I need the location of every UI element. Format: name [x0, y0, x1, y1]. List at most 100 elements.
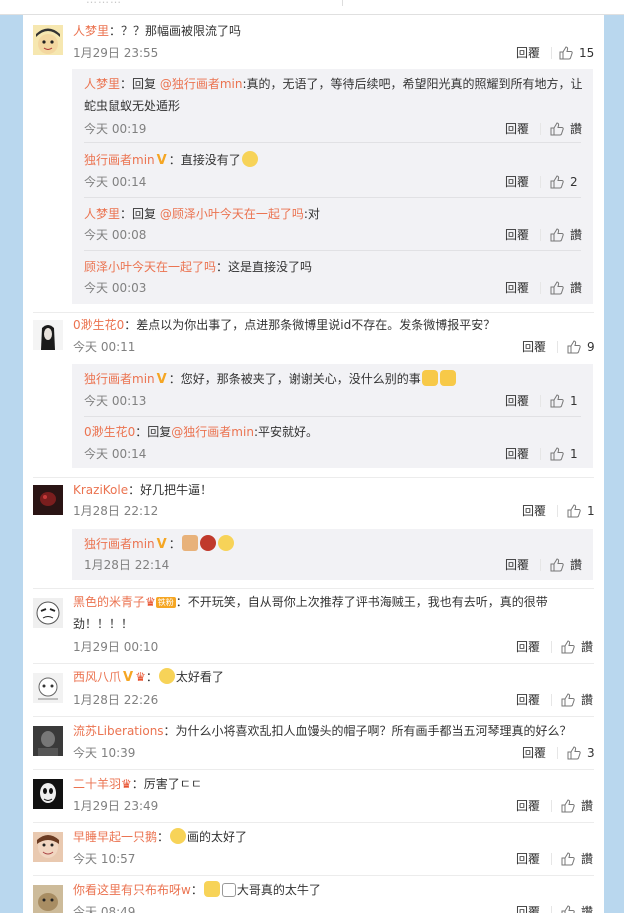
divider [540, 448, 541, 460]
reply-button[interactable]: 回覆 [522, 743, 546, 763]
divider [540, 176, 541, 188]
like-count: 9 [587, 340, 595, 354]
hug-emoji-icon [439, 370, 456, 386]
reply-button[interactable]: 回覆 [516, 849, 540, 869]
like-button[interactable]: 1 [550, 444, 578, 464]
divider [84, 416, 581, 417]
reply-button[interactable]: 回覆 [505, 278, 529, 298]
hands-emoji-icon [181, 535, 198, 551]
reply-prefix: ：回复 [120, 77, 160, 91]
reply-button[interactable]: 回覆 [505, 555, 529, 575]
colon: ： [145, 670, 158, 684]
mention-link[interactable]: @顾泽小叶今天在一起了吗 [160, 207, 304, 221]
like-button[interactable]: 讚 [561, 637, 593, 657]
avatar[interactable] [33, 885, 63, 913]
divider [33, 716, 594, 717]
reply-button[interactable]: 回覆 [516, 690, 540, 710]
cat-emoji-icon [203, 881, 220, 897]
rose-emoji-icon [199, 535, 216, 551]
divider [84, 197, 581, 198]
like-label: 讚 [581, 905, 594, 913]
divider [557, 505, 558, 517]
avatar[interactable] [33, 320, 63, 350]
thumbs-up-icon [561, 693, 575, 707]
avatar[interactable] [33, 485, 63, 515]
reply-button[interactable]: 回覆 [516, 637, 540, 657]
like-label: 讚 [570, 281, 583, 295]
grin-emoji-icon [217, 535, 234, 551]
divider [551, 800, 552, 812]
like-label: 讚 [581, 640, 594, 654]
colon: ： [190, 883, 203, 897]
avatar[interactable] [33, 832, 63, 862]
thumbs-up-icon [550, 447, 564, 461]
divider [33, 769, 594, 770]
timestamp: 今天 08:49 [73, 905, 136, 913]
like-button[interactable]: 讚 [550, 119, 582, 139]
reply-text: :平安就好。 [253, 425, 318, 439]
reply-button[interactable]: 回覆 [505, 172, 529, 192]
like-count: 1 [570, 394, 578, 408]
username-link[interactable]: 人梦里 [73, 24, 109, 38]
like-button[interactable]: 讚 [561, 849, 593, 869]
mention-link[interactable]: @独行画者min [160, 77, 243, 91]
username-link[interactable]: 0渺生花0 [84, 425, 135, 439]
username-link[interactable]: KraziKole [73, 483, 128, 497]
reply-button[interactable]: 回覆 [516, 43, 540, 63]
reply-button[interactable]: 回覆 [516, 796, 540, 816]
like-button[interactable]: 讚 [550, 225, 582, 245]
reply-button[interactable]: 回覆 [505, 225, 529, 245]
reply-button[interactable]: 回覆 [505, 119, 529, 139]
username-link[interactable]: 西风八爪 [73, 670, 121, 684]
username-link[interactable]: 0渺生花0 [73, 318, 124, 332]
username-link[interactable]: 顾泽小叶今天在一起了吗 [84, 260, 216, 274]
avatar[interactable] [33, 673, 63, 703]
like-button[interactable]: 讚 [550, 555, 582, 575]
reply-button[interactable]: 回覆 [522, 337, 546, 357]
thumbs-up-icon [567, 340, 581, 354]
like-button[interactable]: 3 [567, 743, 595, 763]
like-button[interactable]: 9 [567, 337, 595, 357]
username-link[interactable]: 独行画者min [84, 372, 155, 386]
like-button[interactable]: 讚 [561, 690, 593, 710]
username-link[interactable]: 流苏Liberations [73, 724, 164, 738]
like-button[interactable]: 2 [550, 172, 578, 192]
reply-button[interactable]: 回覆 [505, 391, 529, 411]
reply-button[interactable]: 回覆 [516, 902, 540, 913]
like-button[interactable]: 讚 [561, 796, 593, 816]
like-button[interactable]: 1 [567, 501, 595, 521]
username-link[interactable]: 你看这里有只布布呀w [73, 883, 191, 897]
avatar[interactable] [33, 598, 63, 628]
avatar[interactable] [33, 779, 63, 809]
timestamp: 今天 00:13 [84, 394, 147, 408]
like-button[interactable]: 讚 [561, 902, 593, 913]
username-link[interactable]: 黑色的米青子 [73, 595, 145, 609]
thumbs-up-icon [561, 799, 575, 813]
like-button[interactable]: 1 [550, 391, 578, 411]
avatar[interactable] [33, 726, 63, 756]
reply-button[interactable]: 回覆 [522, 501, 546, 521]
like-button[interactable]: 15 [559, 43, 594, 63]
username-link[interactable]: 独行画者min [84, 537, 155, 551]
divider [540, 123, 541, 135]
reply-text: :对 [303, 207, 320, 221]
comment-text: ：？？那幅画被限流了吗 [109, 24, 242, 38]
reply-text: 蛇虫鼠蚁无处遁形 [84, 99, 181, 113]
reply-button[interactable]: 回覆 [505, 444, 529, 464]
username-link[interactable]: 人梦里 [84, 77, 120, 91]
username-link[interactable]: 人梦里 [84, 207, 120, 221]
avatar[interactable] [33, 25, 63, 55]
like-button[interactable]: 讚 [550, 278, 582, 298]
thumbs-up-icon [561, 852, 575, 866]
comment-text: 劲！！！！ [73, 617, 134, 631]
username-link[interactable]: 早睡早起一只鹅 [73, 830, 157, 844]
username-link[interactable]: 独行画者min [84, 153, 155, 167]
username-link[interactable]: 二十羊羽 [73, 777, 121, 791]
mention-link[interactable]: @独行画者min [171, 425, 254, 439]
crown-icon: ♛ [145, 595, 156, 609]
timestamp: 1月29日 23:55 [73, 46, 159, 60]
divider [84, 250, 581, 251]
sleepy-emoji-icon [241, 151, 258, 167]
like-label: 讚 [581, 852, 594, 866]
comment-text: ：差点以为你出事了，点进那条微博里说id不存在。发条微博报平安？ [124, 318, 496, 332]
